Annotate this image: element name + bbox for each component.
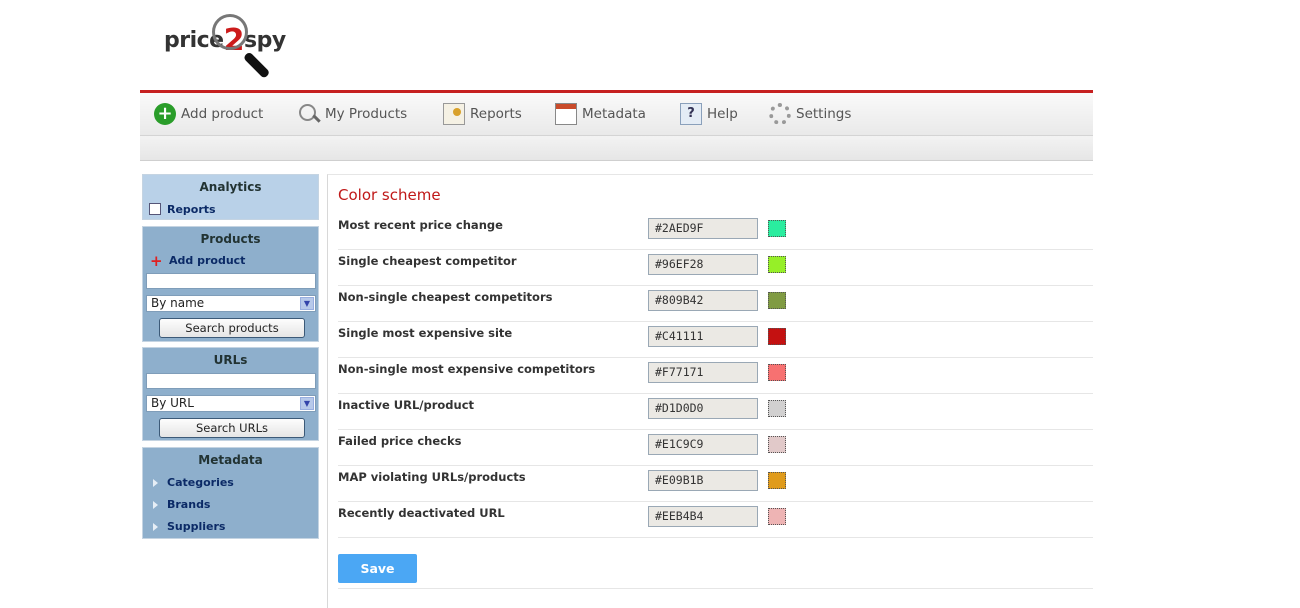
magnifier-handle-graphic	[242, 51, 271, 79]
product-search-type-select[interactable]: By name ▼	[146, 295, 316, 312]
color-label: Failed price checks	[338, 434, 462, 448]
divider	[338, 588, 1093, 589]
triangle-right-icon	[153, 501, 158, 509]
plus-icon: +	[150, 252, 163, 270]
color-label: MAP violating URLs/products	[338, 470, 526, 484]
sidebar-analytics-panel: Analytics Reports	[142, 174, 319, 220]
page-title: Color scheme	[338, 186, 441, 204]
product-search-input[interactable]	[146, 273, 316, 289]
chevron-down-icon: ▼	[300, 397, 314, 410]
color-hex-input[interactable]: #96EF28	[648, 254, 758, 275]
add-circle-icon: +	[154, 103, 176, 125]
sidebar-link-categories[interactable]: Categories	[167, 476, 234, 489]
help-icon: ?	[680, 103, 702, 125]
select-value: By name	[151, 296, 205, 310]
nav-label: My Products	[325, 106, 408, 122]
bar-chart-icon	[149, 203, 161, 215]
color-hex-input[interactable]: #EEB4B4	[648, 506, 758, 527]
color-hex-input[interactable]: #809B42	[648, 290, 758, 311]
color-swatch[interactable]	[768, 328, 786, 345]
sidebar-link-add-product[interactable]: Add product	[169, 254, 245, 267]
nav-help[interactable]: ? Help	[680, 93, 738, 135]
color-label: Single most expensive site	[338, 326, 513, 340]
color-swatch[interactable]	[768, 256, 786, 273]
sidebar-metadata-panel: Metadata Categories Brands Suppliers	[142, 447, 319, 539]
price2spy-logo[interactable]: price2spy	[160, 8, 286, 80]
color-row: Single cheapest competitor #96EF28	[338, 250, 1093, 286]
calendar-table-icon	[555, 103, 577, 125]
nav-label: Add product	[181, 106, 264, 122]
color-label: Non-single most expensive competitors	[338, 362, 596, 376]
color-row: Non-single most expensive competitors #F…	[338, 358, 1093, 394]
panel-title: Metadata	[198, 453, 263, 467]
sidebar-link-brands[interactable]: Brands	[167, 498, 210, 511]
color-row: MAP violating URLs/products #E09B1B	[338, 466, 1093, 502]
panel-title: Analytics	[199, 180, 262, 194]
color-swatch[interactable]	[768, 220, 786, 237]
color-swatch[interactable]	[768, 400, 786, 417]
color-swatch[interactable]	[768, 472, 786, 489]
color-label: Single cheapest competitor	[338, 254, 517, 268]
nav-label: Metadata	[582, 106, 646, 122]
color-swatch[interactable]	[768, 292, 786, 309]
color-label: Inactive URL/product	[338, 398, 475, 412]
search-products-button[interactable]: Search products	[159, 318, 305, 338]
select-value: By URL	[151, 396, 194, 410]
color-hex-input[interactable]: #C41111	[648, 326, 758, 347]
sidebar-products-panel: Products + Add product By name ▼ Search …	[142, 226, 319, 342]
panel-title: Products	[200, 232, 261, 246]
chevron-down-icon: ▼	[300, 297, 314, 310]
color-row: Failed price checks #E1C9C9	[338, 430, 1093, 466]
color-row: Recently deactivated URL #EEB4B4	[338, 502, 1093, 538]
color-row: Most recent price change #2AED9F	[338, 214, 1093, 250]
triangle-right-icon	[153, 523, 158, 531]
nav-label: Reports	[470, 106, 522, 122]
color-hex-input[interactable]: #E09B1B	[648, 470, 758, 491]
color-label: Non-single cheapest competitors	[338, 290, 553, 304]
nav-label: Help	[707, 106, 738, 122]
color-hex-input[interactable]: #2AED9F	[648, 218, 758, 239]
color-swatch[interactable]	[768, 364, 786, 381]
nav-reports[interactable]: Reports	[443, 93, 522, 135]
nav-settings[interactable]: Settings	[769, 93, 851, 135]
search-urls-button[interactable]: Search URLs	[159, 418, 305, 438]
nav-my-products[interactable]: My Products	[298, 93, 407, 135]
magnifier-icon	[298, 103, 321, 125]
color-label: Most recent price change	[338, 218, 503, 232]
magnifier-lens-graphic	[212, 14, 248, 50]
triangle-right-icon	[153, 479, 158, 487]
url-search-input[interactable]	[146, 373, 316, 389]
save-button[interactable]: Save	[338, 554, 417, 583]
color-row: Inactive URL/product #D1D0D0	[338, 394, 1093, 430]
sub-toolbar	[140, 135, 1093, 161]
nav-label: Settings	[796, 106, 852, 122]
gear-icon	[769, 103, 791, 125]
color-row: Non-single cheapest competitors #809B42	[338, 286, 1093, 322]
color-hex-input[interactable]: #F77171	[648, 362, 758, 383]
main-nav: + Add product My Products Reports Metada…	[140, 90, 1093, 135]
color-swatch[interactable]	[768, 508, 786, 525]
sidebar-link-reports[interactable]: Reports	[167, 203, 216, 216]
color-swatch[interactable]	[768, 436, 786, 453]
url-search-type-select[interactable]: By URL ▼	[146, 395, 316, 412]
sidebar-urls-panel: URLs By URL ▼ Search URLs	[142, 347, 319, 441]
panel-title: URLs	[213, 353, 248, 367]
sidebar-link-suppliers[interactable]: Suppliers	[167, 520, 225, 533]
nav-add-product[interactable]: + Add product	[154, 93, 263, 135]
nav-metadata[interactable]: Metadata	[555, 93, 646, 135]
color-row: Single most expensive site #C41111	[338, 322, 1093, 358]
reports-icon	[443, 103, 465, 125]
color-hex-input[interactable]: #D1D0D0	[648, 398, 758, 419]
color-label: Recently deactivated URL	[338, 506, 505, 520]
color-hex-input[interactable]: #E1C9C9	[648, 434, 758, 455]
